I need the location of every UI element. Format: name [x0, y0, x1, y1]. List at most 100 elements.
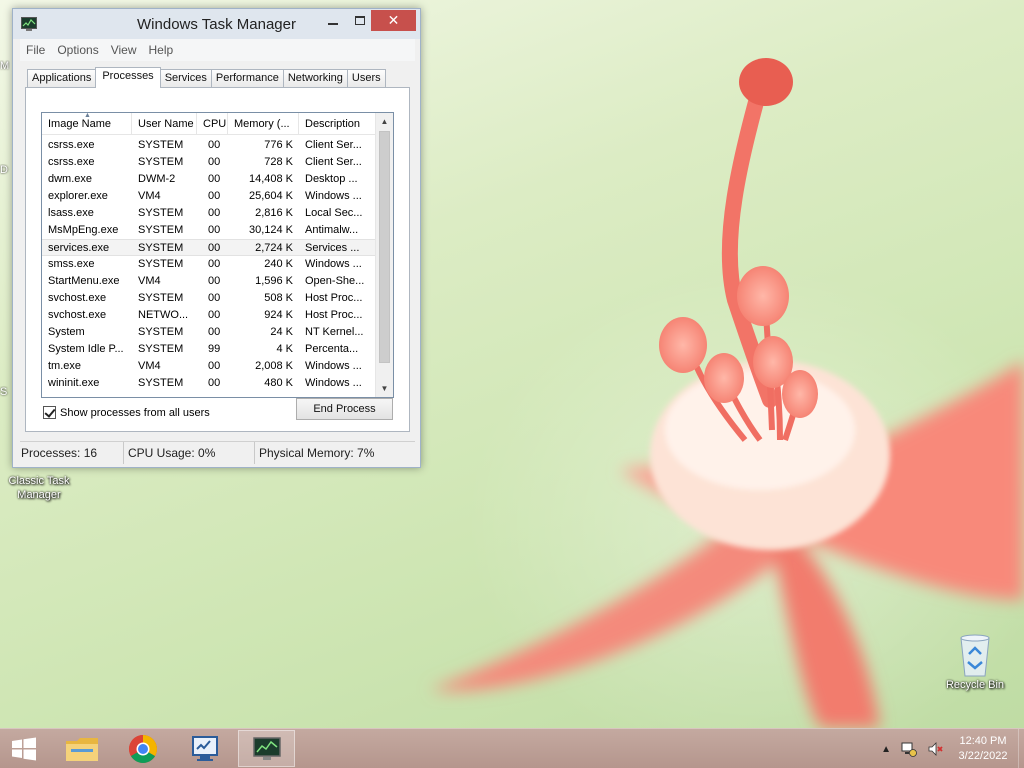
column-header-memory[interactable]: Memory (...	[228, 113, 299, 135]
vertical-scrollbar[interactable]: ▲ ▼	[375, 113, 393, 397]
show-desktop-button[interactable]	[1018, 729, 1024, 768]
menu-bar: File Options View Help	[20, 39, 415, 61]
status-cpu-usage: CPU Usage: 0%	[124, 442, 255, 464]
process-image-name: System	[48, 326, 85, 338]
folder-icon	[65, 737, 98, 761]
process-image-name: lsass.exe	[48, 207, 94, 219]
end-process-button[interactable]: End Process	[296, 398, 393, 420]
process-description: Host Proc...	[305, 292, 363, 304]
menu-options[interactable]: Options	[51, 43, 104, 57]
process-description: Open-She...	[305, 275, 365, 287]
scroll-down-arrow-icon[interactable]: ▼	[376, 380, 393, 397]
process-row[interactable]: csrss.exe SYSTEM 00 776 K Client Ser...	[42, 137, 376, 154]
volume-muted-icon[interactable]	[927, 741, 943, 757]
process-row[interactable]: System SYSTEM 00 24 K NT Kernel...	[42, 324, 376, 341]
process-row[interactable]: csrss.exe SYSTEM 00 728 K Client Ser...	[42, 154, 376, 171]
process-description: Windows ...	[305, 258, 362, 270]
process-cpu: 00	[208, 326, 221, 338]
process-row[interactable]: explorer.exe VM4 00 25,604 K Windows ...	[42, 188, 376, 205]
close-button[interactable]: ✕	[371, 10, 416, 31]
process-user-name: SYSTEM	[138, 224, 184, 236]
maximize-button[interactable]	[346, 10, 373, 31]
process-cpu: 00	[208, 139, 221, 151]
process-memory: 924 K	[264, 309, 293, 321]
process-user-name: SYSTEM	[138, 139, 184, 151]
process-cpu: 00	[208, 224, 221, 236]
process-row[interactable]: tm.exe VM4 00 2,008 K Windows ...	[42, 358, 376, 375]
show-all-users-option[interactable]: Show processes from all users	[43, 406, 210, 419]
process-user-name: SYSTEM	[138, 377, 184, 389]
task-manager-icon	[252, 736, 281, 760]
process-image-name: explorer.exe	[48, 190, 108, 202]
tab-strip: Applications Processes Services Performa…	[27, 67, 386, 88]
process-row[interactable]: wininit.exe SYSTEM 00 480 K Windows ...	[42, 375, 376, 392]
process-row[interactable]: smss.exe SYSTEM 00 240 K Windows ...	[42, 256, 376, 273]
column-header-user-name[interactable]: User Name	[132, 113, 197, 135]
start-button[interactable]	[8, 736, 40, 762]
process-image-name: tm.exe	[48, 360, 82, 372]
clock-time: 12:40 PM	[959, 735, 1007, 747]
tab-applications[interactable]: Applications	[27, 69, 97, 88]
tab-users[interactable]: Users	[346, 69, 386, 88]
process-memory: 508 K	[264, 292, 293, 304]
process-row[interactable]: services.exe SYSTEM 00 2,724 K Services ...	[42, 239, 376, 256]
network-icon[interactable]	[901, 741, 917, 757]
column-header-description[interactable]: Description	[299, 113, 376, 135]
scroll-up-arrow-icon[interactable]: ▲	[376, 113, 393, 130]
scrollbar-thumb[interactable]	[379, 131, 390, 363]
desktop-icon-label-fragment: M	[0, 60, 10, 72]
process-memory: 240 K	[264, 258, 293, 270]
title-bar[interactable]: Windows Task Manager ✕	[13, 9, 420, 39]
process-description: NT Kernel...	[305, 326, 364, 338]
process-cpu: 00	[208, 190, 221, 202]
process-description: Windows ...	[305, 360, 362, 372]
menu-view[interactable]: View	[105, 43, 143, 57]
process-image-name: svchost.exe	[48, 292, 107, 304]
process-image-name: smss.exe	[48, 258, 95, 270]
tab-networking[interactable]: Networking	[282, 69, 348, 88]
process-list-header: ▲ Image Name User Name CPU Memory (... D…	[42, 113, 376, 135]
column-header-cpu[interactable]: CPU	[197, 113, 228, 135]
process-row[interactable]: svchost.exe NETWO... 00 924 K Host Proc...	[42, 307, 376, 324]
tab-services[interactable]: Services	[159, 69, 212, 88]
tab-processes[interactable]: Processes	[95, 67, 161, 88]
process-row[interactable]: svchost.exe SYSTEM 00 508 K Host Proc...	[42, 290, 376, 307]
desktop-icon-classic-task-manager[interactable]: Classic Task Manager	[0, 474, 78, 502]
process-row[interactable]: MsMpEng.exe SYSTEM 00 30,124 K Antimalw...	[42, 222, 376, 239]
process-description: Local Sec...	[305, 207, 363, 219]
menu-help[interactable]: Help	[143, 43, 180, 57]
process-memory: 4 K	[276, 343, 293, 355]
process-cpu: 99	[208, 343, 221, 355]
minimize-button[interactable]	[319, 10, 346, 31]
taskbar-app-monitor[interactable]	[176, 730, 233, 767]
process-row[interactable]: System Idle P... SYSTEM 99 4 K Percenta...	[42, 341, 376, 358]
taskbar-app-file-explorer[interactable]	[53, 730, 110, 767]
process-row[interactable]: dwm.exe DWM-2 00 14,408 K Desktop ...	[42, 171, 376, 188]
show-hidden-icons-icon[interactable]: ▲	[881, 744, 891, 755]
process-image-name: services.exe	[48, 242, 110, 254]
taskbar-clock[interactable]: 12:40 PM 3/22/2022	[948, 734, 1018, 764]
process-memory: 24 K	[270, 326, 293, 338]
show-all-users-checkbox[interactable]	[43, 406, 56, 419]
process-memory: 25,604 K	[248, 190, 293, 202]
process-row[interactable]: StartMenu.exe VM4 00 1,596 K Open-She...	[42, 273, 376, 290]
process-cpu: 00	[208, 173, 221, 185]
process-memory: 2,008 K	[255, 360, 293, 372]
desktop-icon-recycle-bin[interactable]: Recycle Bin	[935, 630, 1015, 692]
tab-performance[interactable]: Performance	[210, 69, 284, 88]
process-user-name: VM4	[138, 360, 161, 372]
taskbar-app-chrome[interactable]	[114, 730, 171, 767]
process-description: Services ...	[305, 242, 360, 254]
process-image-name: MsMpEng.exe	[48, 224, 119, 236]
menu-file[interactable]: File	[20, 43, 51, 57]
process-list[interactable]: ▲ Image Name User Name CPU Memory (... D…	[41, 112, 394, 398]
process-image-name: csrss.exe	[48, 139, 95, 151]
process-row[interactable]: lsass.exe SYSTEM 00 2,816 K Local Sec...	[42, 205, 376, 222]
process-cpu: 00	[208, 377, 221, 389]
process-memory: 1,596 K	[255, 275, 293, 287]
process-cpu: 00	[208, 309, 221, 321]
status-processes: Processes: 16	[20, 442, 124, 464]
column-header-image-name[interactable]: ▲ Image Name	[42, 113, 132, 135]
taskbar-app-task-manager[interactable]	[238, 730, 295, 767]
process-user-name: NETWO...	[138, 309, 189, 321]
